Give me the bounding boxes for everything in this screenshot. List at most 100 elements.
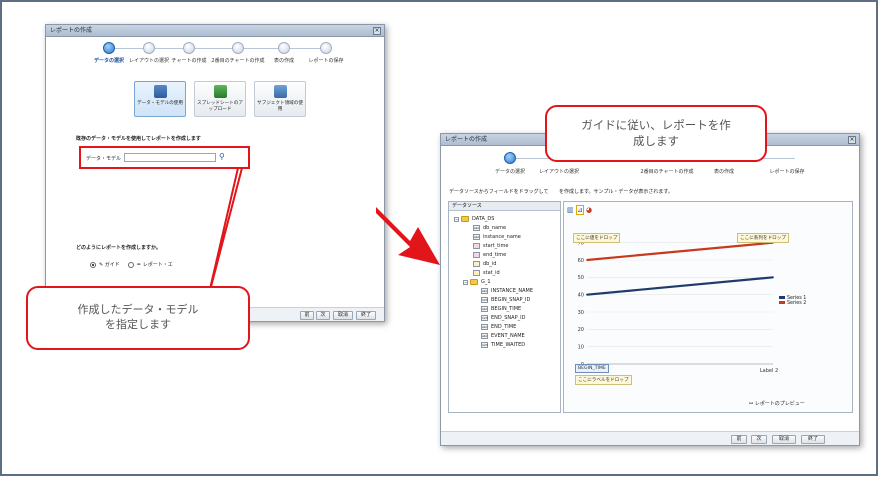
- bar-chart-icon[interactable]: ▥: [567, 206, 574, 214]
- field-label: db_id: [483, 261, 497, 267]
- existing-model-prompt: 既存のデータ・モデルを使用してレポートを作成します: [76, 136, 201, 142]
- number-field-icon: 123: [481, 297, 488, 303]
- field-label: END_SNAP_ID: [491, 315, 526, 321]
- number-field-icon: 123: [481, 342, 488, 348]
- pie-chart-icon[interactable]: ◕: [586, 206, 592, 214]
- number-field-icon: [473, 270, 480, 276]
- finish-button[interactable]: 終了: [356, 311, 376, 320]
- back-button[interactable]: 前: [731, 435, 747, 444]
- tree-field[interactable]: abc INSTANCE_NAME: [481, 288, 533, 294]
- step-label-5: レポートの保存: [769, 169, 805, 175]
- tree-field[interactable]: end_time: [473, 252, 506, 258]
- step-dot-3[interactable]: [183, 42, 195, 54]
- tree-field[interactable]: db_id: [473, 261, 496, 267]
- back-button[interactable]: 前: [300, 311, 314, 320]
- option-label: スプレッドシートのアップロード: [197, 101, 243, 112]
- upload-spreadsheet-button[interactable]: スプレッドシートのアップロード: [194, 81, 246, 117]
- legend-label-2: Series 2: [787, 301, 807, 306]
- tree-field[interactable]: 123 TIME_WAITED: [481, 342, 525, 348]
- window-title-left: レポートの作成 ×: [46, 25, 384, 37]
- data-model-label: データ・モデル: [86, 156, 122, 162]
- preview-link[interactable]: ⚯ レポートのプレビュー: [749, 400, 805, 407]
- field-label: BEGIN_TIME: [491, 306, 522, 312]
- create-report-window-right: レポートの作成 × データの選択 レイアウトの選択 2番目のチャートの作成 表の作…: [440, 133, 860, 446]
- radio-guide-text: ガイド: [104, 262, 120, 268]
- slide-frame: レポートの作成 × データの選択 レイアウトの選択 チャートの作成 2番目のチャー…: [0, 0, 878, 476]
- tree-field[interactable]: abc instance_name: [473, 234, 521, 240]
- line-chart-icon[interactable]: ⊿: [575, 205, 584, 215]
- tree-field[interactable]: abc BEGIN_TIME: [481, 306, 521, 312]
- number-field-icon: [473, 261, 480, 267]
- y-tick-label: 40: [578, 292, 584, 298]
- field-label: BEGIN_SNAP_ID: [491, 297, 531, 303]
- use-data-model-button[interactable]: データ・モデルの使用: [134, 81, 186, 117]
- preview-label: レポートのプレビュー: [754, 401, 805, 407]
- subject-area-icon: [273, 85, 287, 98]
- tree-field[interactable]: stat_id: [473, 270, 500, 276]
- next-button[interactable]: 次: [316, 311, 330, 320]
- tree-field[interactable]: abc db_name: [473, 225, 506, 231]
- cancel-button[interactable]: 取消: [772, 435, 796, 444]
- date-field-icon: [473, 252, 480, 258]
- data-model-icon: [153, 85, 167, 98]
- collapse-icon[interactable]: −: [454, 216, 459, 222]
- folder-icon: [461, 216, 469, 222]
- tree-root[interactable]: − DATA_DS: [454, 216, 494, 222]
- radio-guide-label: ✎ ガイド: [99, 261, 120, 268]
- drop-series-zone[interactable]: ここに系列をドロップ: [737, 233, 789, 243]
- y-tick-label: 20: [578, 327, 584, 333]
- guide-icon: ✎: [99, 262, 104, 268]
- field-label: db_name: [483, 225, 507, 231]
- button-bar: [441, 431, 859, 445]
- field-label: TIME_WAITED: [491, 342, 526, 348]
- red-arrow-icon: [376, 207, 440, 265]
- series-line-1: [586, 276, 774, 296]
- x-axis-field[interactable]: BEGIN_TIME: [575, 364, 609, 373]
- step-dot-1[interactable]: [504, 152, 516, 164]
- radio-editor[interactable]: [128, 262, 134, 268]
- drop-value-zone[interactable]: ここに値をドロップ: [573, 233, 621, 243]
- data-model-field[interactable]: [124, 153, 216, 162]
- tree-field[interactable]: abc EVENT_NAME: [481, 333, 525, 339]
- text-field-icon: abc: [481, 288, 488, 294]
- preview-icon: ⚯: [749, 401, 754, 407]
- step-dot-2[interactable]: [143, 42, 155, 54]
- next-button[interactable]: 次: [751, 435, 767, 444]
- search-icon[interactable]: ⚲: [219, 152, 225, 161]
- legend-swatch-1: [779, 296, 785, 299]
- callout-left: 作成したデータ・モデル を指定します: [26, 286, 250, 350]
- cancel-button[interactable]: 取消: [333, 311, 353, 320]
- step-track: [108, 48, 328, 49]
- create-report-window-left: レポートの作成 × データの選択 レイアウトの選択 チャートの作成 2番目のチャー…: [45, 24, 385, 322]
- tree-group[interactable]: − G_1: [463, 279, 491, 285]
- close-icon[interactable]: ×: [373, 27, 381, 35]
- tree-field[interactable]: 123 BEGIN_SNAP_ID: [481, 297, 530, 303]
- collapse-icon[interactable]: −: [463, 279, 468, 285]
- tree-field[interactable]: abc END_TIME: [481, 324, 516, 330]
- step-dot-6[interactable]: [320, 42, 332, 54]
- step-label-3: チャートの作成: [171, 58, 207, 64]
- series-point: [772, 276, 774, 279]
- instruction-text: データソースからフィールドをドラッグして: [449, 189, 549, 195]
- tree-field[interactable]: 123 END_SNAP_ID: [481, 315, 525, 321]
- series-line-2: [586, 241, 774, 262]
- step-dot-4[interactable]: [232, 42, 244, 54]
- chart-legend: Series 1 Series 2: [779, 296, 806, 306]
- step-label-6: レポートの保存: [308, 58, 344, 64]
- radio-guide[interactable]: [90, 262, 96, 268]
- drop-label-zone[interactable]: ここにラベルをドロップ: [575, 375, 632, 385]
- radio-editor-label: ✏ レポート・エ: [137, 261, 173, 268]
- tree-root-label: DATA_DS: [472, 216, 495, 222]
- field-label: END_TIME: [491, 324, 517, 330]
- text-field-icon: abc: [473, 234, 480, 240]
- close-icon[interactable]: ×: [848, 136, 856, 144]
- use-subject-area-button[interactable]: サブジェクト領域の使用: [254, 81, 306, 117]
- tree-header: データソース: [449, 202, 560, 211]
- window-title-text: レポートの作成: [445, 136, 488, 143]
- step-dot-5[interactable]: [278, 42, 290, 54]
- number-field-icon: 123: [481, 315, 488, 321]
- step-label-5: 表の作成: [273, 58, 295, 64]
- finish-button[interactable]: 終了: [801, 435, 825, 444]
- tree-field[interactable]: start_time: [473, 243, 508, 249]
- step-dot-1[interactable]: [103, 42, 115, 54]
